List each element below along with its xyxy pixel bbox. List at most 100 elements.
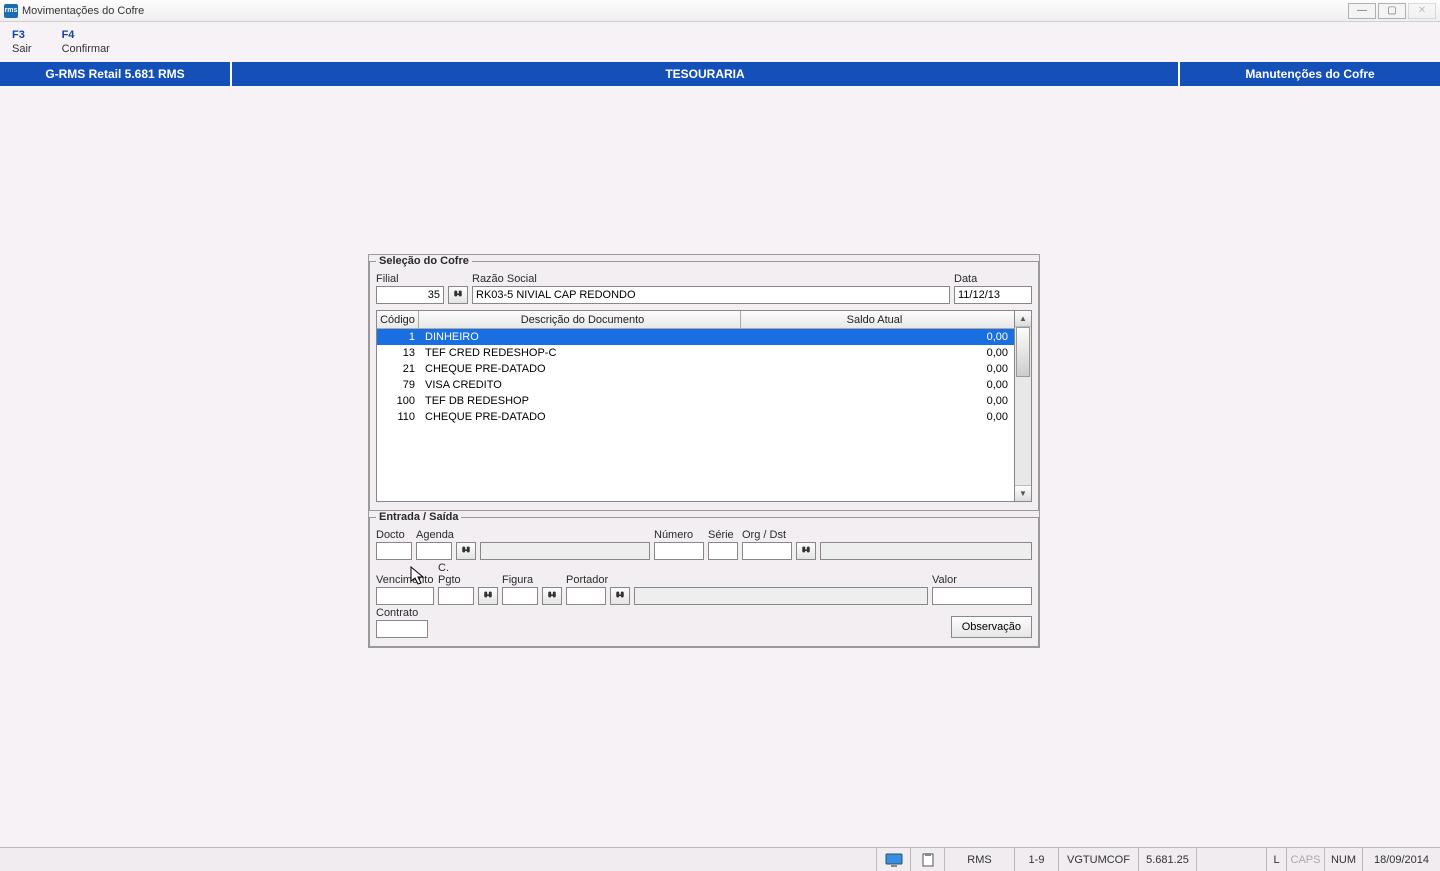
grid-scrollbar[interactable]: ▲ ▼: [1015, 310, 1032, 502]
lookup-filial[interactable]: [448, 286, 468, 304]
header-right: Manutenções do Cofre: [1180, 62, 1440, 86]
table-row[interactable]: 110CHEQUE PRE-DATADO0,00: [377, 409, 1014, 425]
label-vencimento: Vencimento: [376, 574, 434, 586]
label-cpgto: C. Pgto: [438, 562, 474, 586]
group-entrada-saida: Entrada / Saída Docto Agenda Núme: [369, 511, 1039, 647]
binoculars-icon: [546, 590, 558, 602]
app-icon: rms: [4, 4, 18, 18]
cell-codigo: 13: [377, 347, 419, 359]
label-contrato: Contrato: [376, 607, 428, 619]
menu-confirmar[interactable]: F4 Confirmar: [62, 24, 110, 60]
statusbar: RMS 1-9 VGTUMCOF 5.681.25 L CAPS NUM 18/…: [0, 847, 1440, 871]
status-icon-1[interactable]: [876, 848, 910, 871]
scroll-track[interactable]: [1015, 327, 1031, 485]
window-titlebar: rms Movimentações do Cofre — ▢ ✕: [0, 0, 1440, 22]
input-numero[interactable]: [654, 542, 704, 560]
cell-codigo: 79: [377, 379, 419, 391]
lookup-figura[interactable]: [542, 587, 562, 605]
label-valor: Valor: [932, 574, 1032, 586]
table-row[interactable]: 100TEF DB REDESHOP0,00: [377, 393, 1014, 409]
input-valor[interactable]: [932, 587, 1032, 605]
binoculars-icon: [614, 590, 626, 602]
cell-descricao: CHEQUE PRE-DATADO: [419, 411, 741, 423]
cell-saldo: 0,00: [741, 363, 1014, 375]
label-serie: Série: [708, 529, 738, 541]
label-numero: Número: [654, 529, 704, 541]
label-portador: Portador: [566, 574, 606, 586]
label-filial: Filial: [376, 273, 444, 285]
lookup-portador[interactable]: [610, 587, 630, 605]
input-docto[interactable]: [376, 542, 412, 560]
label-docto: Docto: [376, 529, 412, 541]
table-row[interactable]: 21CHEQUE PRE-DATADO0,00: [377, 361, 1014, 377]
input-serie[interactable]: [708, 542, 738, 560]
menu-sair[interactable]: F3 Sair: [12, 24, 32, 60]
input-filial[interactable]: [376, 286, 444, 304]
cell-descricao: TEF CRED REDESHOP-C: [419, 347, 741, 359]
legend-selecao: Seleção do Cofre: [376, 255, 472, 267]
scroll-thumb[interactable]: [1016, 327, 1030, 377]
lookup-agenda[interactable]: [456, 542, 476, 560]
main-panel: Seleção do Cofre Filial Razão Social Dat…: [368, 254, 1040, 648]
group-selecao-cofre: Seleção do Cofre Filial Razão Social Dat…: [369, 255, 1039, 511]
display-agenda-desc: [480, 542, 650, 560]
minimize-button[interactable]: —: [1348, 3, 1376, 19]
input-orgdst[interactable]: [742, 542, 792, 560]
input-portador[interactable]: [566, 587, 606, 605]
clipboard-icon: [921, 853, 935, 867]
cell-saldo: 0,00: [741, 395, 1014, 407]
col-header-descricao[interactable]: Descrição do Documento: [419, 311, 741, 328]
label-data: Data: [954, 273, 1032, 285]
cell-saldo: 0,00: [741, 411, 1014, 423]
table-row[interactable]: 13TEF CRED REDESHOP-C0,00: [377, 345, 1014, 361]
col-header-codigo[interactable]: Código: [377, 311, 419, 328]
input-contrato[interactable]: [376, 620, 428, 638]
grid-header: Código Descrição do Documento Saldo Atua…: [377, 311, 1014, 329]
input-razao-social[interactable]: [472, 286, 950, 304]
table-row[interactable]: 1DINHEIRO0,00: [377, 329, 1014, 345]
grid-container: Código Descrição do Documento Saldo Atua…: [376, 310, 1032, 502]
lookup-cpgto[interactable]: [478, 587, 498, 605]
header-center: TESOURARIA: [232, 62, 1180, 86]
status-L: L: [1266, 848, 1286, 871]
status-num: NUM: [1324, 848, 1362, 871]
menu-sair-label: Sair: [12, 43, 32, 55]
display-orgdst-desc: [820, 542, 1032, 560]
legend-entrada: Entrada / Saída: [376, 511, 461, 523]
menu-confirmar-key: F4: [62, 29, 75, 41]
binoculars-icon: [482, 590, 494, 602]
binoculars-icon: [452, 289, 464, 301]
scroll-up-icon[interactable]: ▲: [1015, 311, 1031, 327]
maximize-button[interactable]: ▢: [1378, 3, 1406, 19]
status-code: VGTUMCOF: [1058, 848, 1138, 871]
label-orgdst: Org / Dst: [742, 529, 792, 541]
label-agenda: Agenda: [416, 529, 452, 541]
status-caps: CAPS: [1286, 848, 1324, 871]
input-vencimento[interactable]: [376, 587, 434, 605]
input-data[interactable]: [954, 286, 1032, 304]
menu-sair-key: F3: [12, 29, 25, 41]
cell-saldo: 0,00: [741, 331, 1014, 343]
table-row[interactable]: 79VISA CREDITO0,00: [377, 377, 1014, 393]
binoculars-icon: [460, 545, 472, 557]
menu-confirmar-label: Confirmar: [62, 43, 110, 55]
input-cpgto[interactable]: [438, 587, 474, 605]
observacao-button[interactable]: Observação: [951, 616, 1032, 638]
display-portador-desc: [634, 587, 928, 605]
status-icon-2[interactable]: [910, 848, 944, 871]
col-header-saldo[interactable]: Saldo Atual: [741, 311, 1014, 328]
header-left: G-RMS Retail 5.681 RMS: [0, 62, 232, 86]
lookup-orgdst[interactable]: [796, 542, 816, 560]
label-razao: Razão Social: [472, 273, 950, 285]
cell-codigo: 110: [377, 411, 419, 423]
input-figura[interactable]: [502, 587, 538, 605]
status-range: 1-9: [1014, 848, 1058, 871]
grid-documentos[interactable]: Código Descrição do Documento Saldo Atua…: [376, 310, 1015, 502]
header-bar: G-RMS Retail 5.681 RMS TESOURARIA Manute…: [0, 62, 1440, 86]
input-agenda[interactable]: [416, 542, 452, 560]
scroll-down-icon[interactable]: ▼: [1015, 485, 1031, 501]
status-gap: [1196, 848, 1266, 871]
cell-descricao: DINHEIRO: [419, 331, 741, 343]
close-button[interactable]: ✕: [1408, 3, 1436, 19]
cell-codigo: 21: [377, 363, 419, 375]
